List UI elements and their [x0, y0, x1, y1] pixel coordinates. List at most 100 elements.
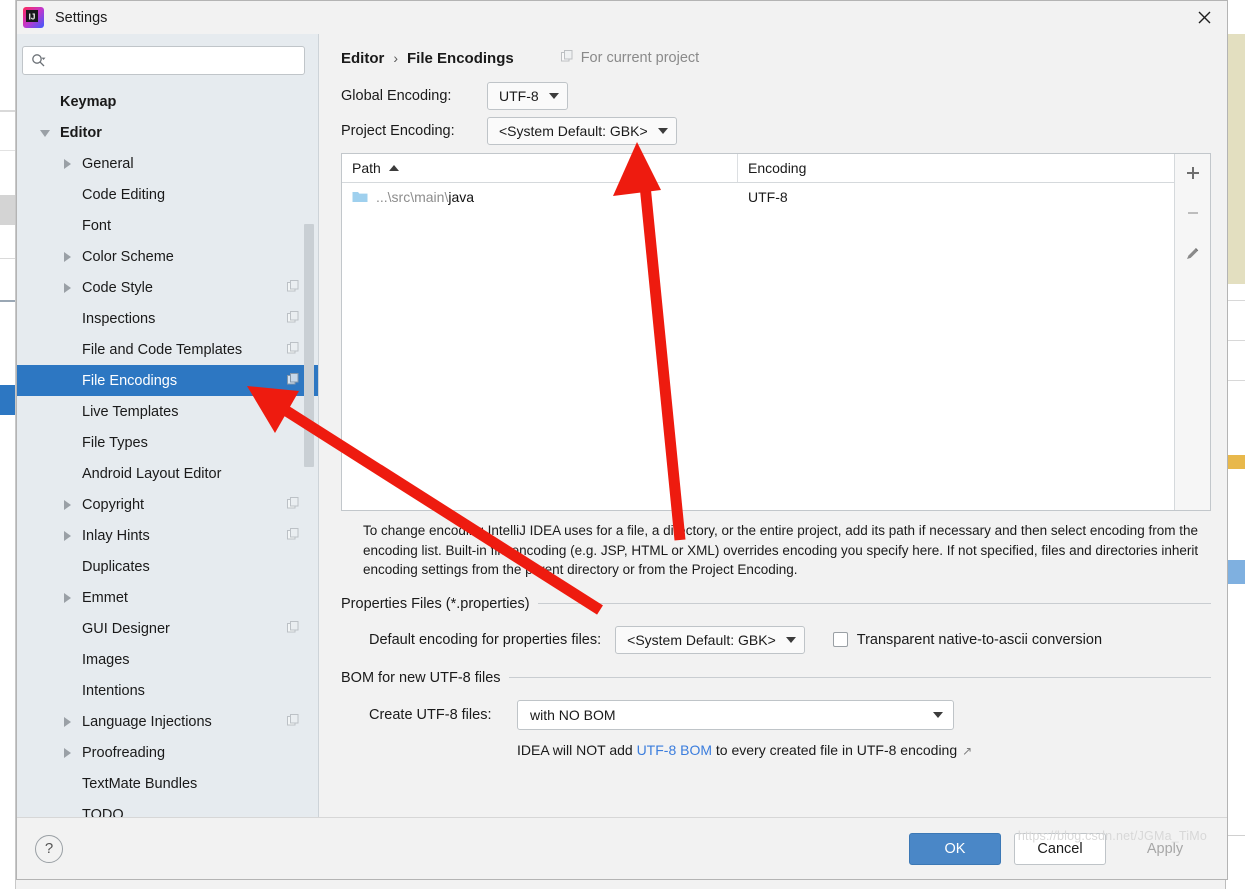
dialog-footer: ? OK Cancel Apply https://blog.csdn.net/… — [17, 817, 1227, 879]
folder-icon — [352, 190, 368, 203]
chevron-right-icon[interactable] — [61, 591, 74, 604]
sidebar-item-label: Inspections — [82, 310, 156, 327]
sidebar-item-inspections[interactable]: Inspections — [17, 303, 318, 334]
breadcrumb-separator: › — [393, 50, 399, 66]
add-path-button[interactable] — [1180, 160, 1206, 186]
help-button[interactable]: ? — [35, 834, 63, 863]
search-input[interactable] — [52, 52, 304, 69]
sidebar-item-todo[interactable]: TODO — [17, 799, 318, 818]
chevron-right-icon[interactable] — [61, 157, 74, 170]
sidebar-item-keymap[interactable]: Keymap — [17, 86, 318, 117]
sidebar-item-proofreading[interactable]: Proofreading — [17, 737, 318, 768]
sidebar-item-gui-designer[interactable]: GUI Designer — [17, 613, 318, 644]
chevron-right-icon[interactable] — [61, 529, 74, 542]
properties-files-group-title: Properties Files (*.properties) — [341, 595, 530, 612]
external-link-icon: ↗ — [962, 743, 973, 758]
table-cell-encoding[interactable]: UTF-8 — [738, 189, 1174, 205]
copy-badge-icon — [286, 372, 300, 390]
copy-badge-icon — [286, 496, 300, 514]
sidebar-item-android-layout-editor[interactable]: Android Layout Editor — [17, 458, 318, 489]
sidebar-scrollbar-thumb[interactable] — [304, 224, 314, 467]
table-cell-path: ...\src\main\ java — [342, 189, 738, 205]
encodings-table: Path Encoding ...\src\main\ java UTF-8 — [341, 153, 1211, 511]
copy-badge-icon — [286, 310, 300, 328]
sidebar-item-label: GUI Designer — [82, 620, 170, 637]
project-encoding-combo[interactable]: <System Default: GBK> — [487, 117, 677, 145]
column-header-path[interactable]: Path — [342, 154, 738, 182]
breadcrumb-parent[interactable]: Editor — [341, 50, 384, 67]
chevron-down-icon — [548, 93, 559, 99]
column-header-encoding[interactable]: Encoding — [738, 154, 1174, 182]
edit-path-button[interactable] — [1180, 240, 1206, 266]
chevron-right-icon[interactable] — [61, 281, 74, 294]
cancel-button[interactable]: Cancel — [1014, 832, 1106, 865]
sidebar-item-code-style[interactable]: Code Style — [17, 272, 318, 303]
sidebar-item-intentions[interactable]: Intentions — [17, 675, 318, 706]
bom-hint: IDEA will NOT add UTF-8 BOM to every cre… — [341, 742, 1211, 758]
sidebar-item-file-types[interactable]: File Types — [17, 427, 318, 458]
settings-tree: Keymap Editor General Code Editing Font Color… — [17, 86, 318, 817]
settings-sidebar: Keymap Editor General Code Editing Font Color… — [17, 34, 319, 817]
sidebar-item-editor[interactable]: Editor — [17, 117, 318, 148]
chevron-right-icon[interactable] — [61, 498, 74, 511]
copy-badge-icon — [560, 49, 574, 67]
ok-button[interactable]: OK — [909, 832, 1001, 865]
sidebar-item-file-and-code-templates[interactable]: File and Code Templates — [17, 334, 318, 365]
sidebar-item-label: File Types — [82, 434, 148, 451]
global-encoding-label: Global Encoding: — [341, 88, 452, 104]
chevron-down-icon — [785, 636, 796, 643]
create-utf8-files-combo[interactable]: with NO BOM — [517, 699, 954, 730]
bom-hint-after: to every created file in UTF-8 encoding — [712, 741, 958, 758]
chevron-right-icon[interactable] — [61, 715, 74, 728]
sidebar-item-language-injections[interactable]: Language Injections — [17, 706, 318, 737]
sidebar-item-label: Intentions — [82, 682, 145, 699]
sidebar-item-duplicates[interactable]: Duplicates — [17, 551, 318, 582]
copy-badge-icon — [286, 713, 300, 731]
bom-group-header: BOM for new UTF-8 files — [341, 670, 1211, 686]
sidebar-item-live-templates[interactable]: Live Templates — [17, 396, 318, 427]
utf8-bom-link[interactable]: UTF-8 BOM — [637, 742, 712, 758]
sidebar-item-copyright[interactable]: Copyright — [17, 489, 318, 520]
copy-badge-icon — [286, 279, 300, 297]
breadcrumb: Editor › File Encodings For current proj… — [341, 34, 1211, 82]
chevron-right-icon[interactable] — [61, 250, 74, 263]
native-to-ascii-checkbox[interactable]: Transparent native-to-ascii conversion — [832, 632, 1102, 648]
apply-button: Apply — [1119, 832, 1211, 865]
properties-default-encoding-combo[interactable]: <System Default: GBK> — [615, 625, 805, 654]
sidebar-item-font[interactable]: Font — [17, 210, 318, 241]
sidebar-item-code-editing[interactable]: Code Editing — [17, 179, 318, 210]
copy-badge-icon — [286, 341, 300, 359]
sidebar-item-file-encodings[interactable]: File Encodings — [17, 365, 318, 396]
intellij-idea-logo-icon: IJ — [23, 7, 44, 28]
remove-path-button[interactable] — [1180, 200, 1206, 226]
table-cell-path-prefix: ...\src\main\ — [376, 188, 449, 205]
chevron-right-icon[interactable] — [61, 746, 74, 759]
sidebar-item-general[interactable]: General — [17, 148, 318, 179]
global-encoding-combo[interactable]: UTF-8 — [487, 82, 568, 110]
sidebar-item-inlay-hints[interactable]: Inlay Hints — [17, 520, 318, 551]
table-row[interactable]: ...\src\main\ java UTF-8 — [342, 183, 1174, 210]
close-icon[interactable] — [1181, 1, 1227, 34]
sidebar-item-color-scheme[interactable]: Color Scheme — [17, 241, 318, 272]
sidebar-scrollbar-track[interactable] — [304, 189, 314, 817]
sidebar-item-emmet[interactable]: Emmet — [17, 582, 318, 613]
bom-hint-before: IDEA will NOT add — [517, 741, 637, 758]
sidebar-item-label: Keymap — [60, 93, 117, 110]
search-icon — [31, 53, 46, 68]
sidebar-item-textmate-bundles[interactable]: TextMate Bundles — [17, 768, 318, 799]
group-divider — [537, 603, 1211, 605]
properties-files-group-body: Default encoding for properties files: <… — [341, 625, 1211, 654]
encodings-table-grid: Path Encoding ...\src\main\ java UTF-8 — [342, 154, 1174, 510]
sidebar-search-wrap — [17, 34, 318, 75]
search-box[interactable] — [22, 46, 305, 75]
chevron-down-icon[interactable] — [39, 126, 52, 139]
sidebar-item-images[interactable]: Images — [17, 644, 318, 675]
sidebar-item-label: File and Code Templates — [82, 341, 243, 358]
